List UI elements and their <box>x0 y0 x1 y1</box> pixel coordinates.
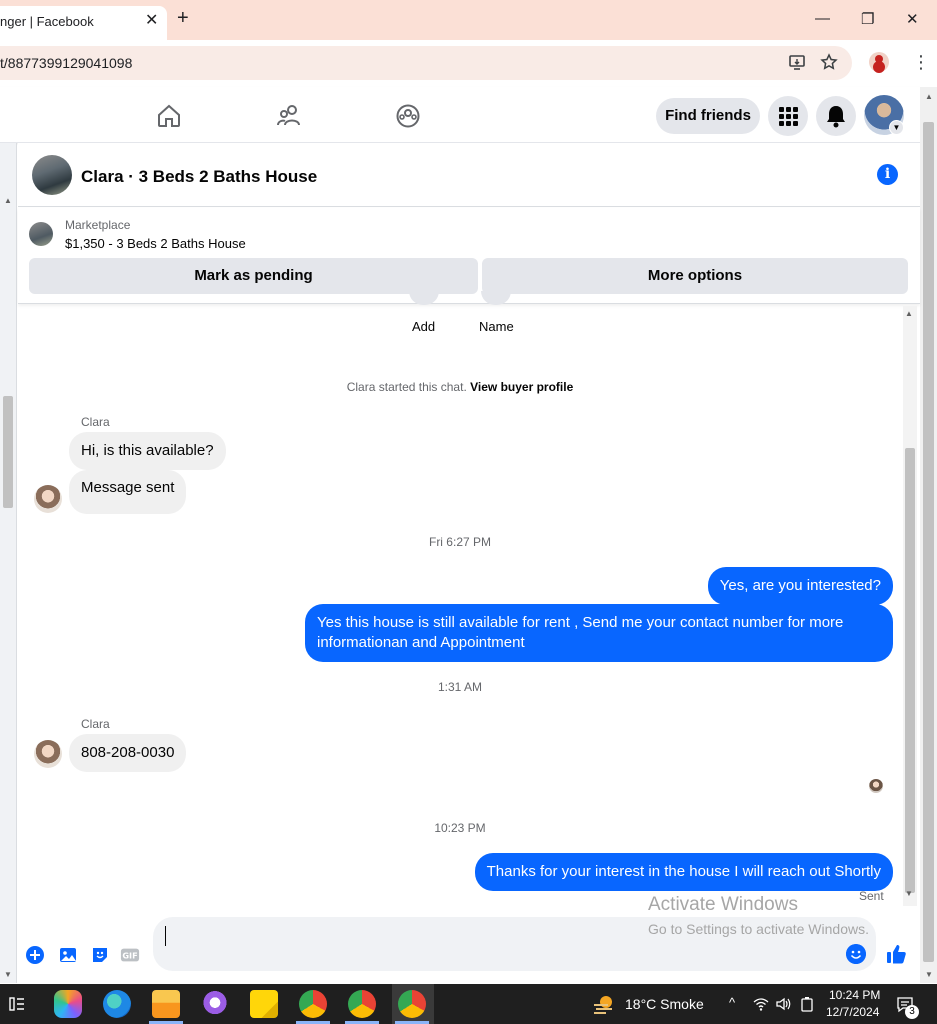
page-scrollbar-thumb[interactable] <box>923 122 934 962</box>
friends-icon[interactable] <box>276 103 302 129</box>
timestamp: 10:23 PM <box>434 821 486 835</box>
page-scroll-up-icon[interactable]: ▲ <box>925 92 933 101</box>
browser-tab-bar: nger | Facebook ✕ + — ❐ ✕ <box>0 0 937 40</box>
sticky-notes-icon[interactable] <box>250 990 278 1018</box>
file-explorer-icon[interactable] <box>152 990 180 1018</box>
task-view-icon[interactable] <box>8 995 26 1013</box>
left-scroll-up-icon[interactable]: ▲ <box>4 196 12 205</box>
chat-panel: Clara · 3 Beds 2 Baths House i Marketpla… <box>18 143 920 983</box>
chrome-active-icon[interactable] <box>398 990 426 1018</box>
weather-text[interactable]: 18°C Smoke <box>625 996 704 1012</box>
messages-scroll-down-icon[interactable]: ▼ <box>905 889 913 898</box>
add-action-label[interactable]: Add <box>412 319 435 334</box>
groups-icon[interactable] <box>395 103 421 129</box>
emoji-icon[interactable] <box>846 944 866 964</box>
minimize-icon[interactable]: — <box>815 10 830 27</box>
outgoing-message[interactable]: Thanks for your interest in the house I … <box>474 853 893 891</box>
left-scrollbar-thumb[interactable] <box>3 396 13 508</box>
notification-count-badge: 3 <box>905 1005 919 1019</box>
new-tab-icon[interactable]: + <box>177 8 189 28</box>
view-buyer-profile-link[interactable]: View buyer profile <box>470 380 573 394</box>
chrome-profile-a-icon[interactable] <box>299 990 327 1018</box>
outgoing-message[interactable]: Yes, are you interested? <box>707 567 893 605</box>
marketplace-listing-bar: Marketplace $1,350 - 3 Beds 2 Baths Hous… <box>18 208 920 304</box>
thumbs-up-icon[interactable] <box>886 943 908 965</box>
windows-taskbar: 18°C Smoke ^ 10:24 PM 12/7/2024 3 <box>0 984 937 1024</box>
menu-grid-icon <box>779 107 798 126</box>
address-bar-row: t/8877399129041098 <box>0 40 937 86</box>
browser-profile-icon[interactable] <box>869 52 889 72</box>
window-close-icon[interactable]: ✕ <box>906 10 919 28</box>
weather-smoke-icon[interactable] <box>592 993 616 1015</box>
chat-title[interactable]: Clara · 3 Beds 2 Baths House <box>81 167 317 187</box>
battery-icon[interactable] <box>800 996 814 1012</box>
home-icon[interactable] <box>156 103 182 129</box>
plus-icon[interactable] <box>25 945 45 965</box>
incoming-message[interactable]: Message sent <box>69 470 187 514</box>
chat-started-line: Clara started this chat. View buyer prof… <box>18 380 902 394</box>
chat-avatar[interactable] <box>32 155 72 195</box>
left-scroll-down-icon[interactable]: ▼ <box>4 970 12 979</box>
address-bar[interactable]: t/8877399129041098 <box>0 46 852 80</box>
facebook-top-nav: Find friends ▼ <box>0 87 920 143</box>
sender-avatar[interactable] <box>34 740 62 768</box>
left-panel-edge <box>0 143 17 983</box>
page-scroll-down-icon[interactable]: ▼ <box>925 970 933 979</box>
messages-scrollbar-thumb[interactable] <box>905 448 915 893</box>
gif-icon[interactable]: GIF <box>120 945 140 965</box>
marketplace-label: Marketplace <box>65 218 131 232</box>
watermark-line-2: Go to Settings to activate Windows. <box>648 921 869 937</box>
chat-started-text: Clara started this chat. <box>346 380 467 394</box>
install-app-icon[interactable] <box>788 53 806 71</box>
copilot-icon[interactable] <box>54 990 82 1018</box>
more-options-button[interactable]: More options <box>482 258 908 294</box>
notifications-button[interactable] <box>816 96 856 136</box>
browser-menu-icon[interactable]: ⋮ <box>912 52 930 73</box>
volume-icon[interactable] <box>775 996 791 1012</box>
seen-avatar <box>869 779 883 793</box>
chat-header: Clara · 3 Beds 2 Baths House i <box>18 143 920 207</box>
sender-name: Clara <box>81 717 110 731</box>
incoming-message[interactable]: Hi, is this available? <box>69 432 226 470</box>
clock-date[interactable]: 12/7/2024 <box>826 1005 879 1019</box>
sender-name: Clara <box>81 415 110 429</box>
tab-close-icon[interactable]: ✕ <box>145 10 158 30</box>
svg-text:GIF: GIF <box>122 951 137 961</box>
show-hidden-icons-icon[interactable]: ^ <box>729 995 735 1010</box>
mark-as-pending-button[interactable]: Mark as pending <box>29 258 478 294</box>
sticker-icon[interactable] <box>90 945 110 965</box>
snipping-tool-icon[interactable] <box>201 990 229 1018</box>
wifi-icon[interactable] <box>753 996 769 1012</box>
clock-time[interactable]: 10:24 PM <box>829 988 880 1002</box>
photo-icon[interactable] <box>58 945 78 965</box>
edge-browser-icon[interactable] <box>103 990 131 1018</box>
listing-thumbnail[interactable] <box>29 222 53 246</box>
sender-avatar[interactable] <box>34 485 62 513</box>
timestamp: Fri 6:27 PM <box>428 535 491 549</box>
outgoing-message[interactable]: Yes this house is still available for re… <box>305 604 893 662</box>
find-friends-button[interactable]: Find friends <box>656 98 760 134</box>
listing-title[interactable]: $1,350 - 3 Beds 2 Baths House <box>65 236 246 251</box>
bell-icon <box>827 106 845 128</box>
info-icon[interactable]: i <box>877 164 898 185</box>
chrome-profile-b-icon[interactable] <box>348 990 376 1018</box>
incoming-message[interactable]: 808-208-0030 <box>69 734 187 772</box>
timestamp: 1:31 AM <box>437 680 483 694</box>
activate-windows-watermark: Activate Windows Go to Settings to activ… <box>648 894 869 937</box>
watermark-line-1: Activate Windows <box>648 894 798 915</box>
bookmark-star-icon[interactable] <box>820 53 838 71</box>
url-text: t/8877399129041098 <box>0 55 133 71</box>
browser-tab-facebook[interactable]: nger | Facebook ✕ <box>0 6 167 40</box>
tab-title: nger | Facebook <box>0 14 94 29</box>
account-chevron-down-icon[interactable]: ▼ <box>889 120 904 135</box>
name-action-label[interactable]: Name <box>479 319 514 334</box>
maximize-icon[interactable]: ❐ <box>861 10 874 28</box>
text-caret <box>165 926 166 946</box>
messages-scroll-up-icon[interactable]: ▲ <box>905 309 913 318</box>
menu-button[interactable] <box>768 96 808 136</box>
